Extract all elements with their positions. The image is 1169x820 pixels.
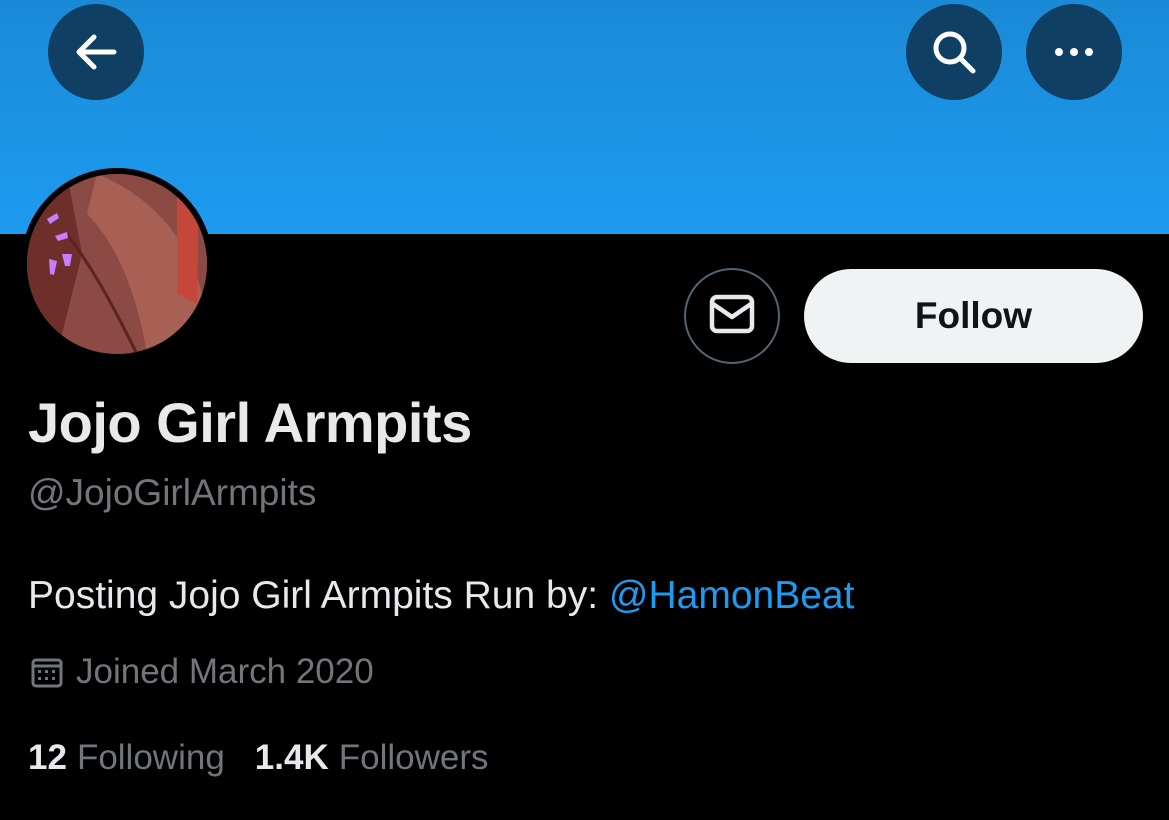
bio-mention-link[interactable]: @HamonBeat [609, 574, 855, 617]
calendar-icon [30, 655, 64, 689]
joined-text: Joined March 2020 [76, 652, 374, 691]
avatar[interactable] [21, 168, 213, 360]
more-horizontal-icon [1054, 47, 1094, 57]
search-button[interactable] [906, 4, 1002, 100]
back-button[interactable] [48, 4, 144, 100]
profile-bio: Posting Jojo Girl Armpits Run by: @Hamon… [28, 574, 854, 618]
followers-label: Followers [338, 738, 489, 777]
bio-text: Posting Jojo Girl Armpits Run by: [28, 574, 609, 617]
search-icon [931, 29, 977, 75]
following-stat[interactable]: 12 Following [28, 738, 225, 778]
follow-button[interactable]: Follow [804, 269, 1143, 363]
avatar-image [27, 174, 207, 354]
more-options-button[interactable] [1026, 4, 1122, 100]
followers-count: 1.4K [254, 738, 329, 777]
arrow-left-icon [74, 32, 118, 72]
followers-stat[interactable]: 1.4K Followers [255, 738, 489, 778]
message-button[interactable] [684, 268, 780, 364]
display-name: Jojo Girl Armpits [28, 391, 472, 454]
profile-stats: 12 Following 1.4K Followers [28, 738, 489, 778]
profile-handle: @JojoGirlArmpits [28, 472, 317, 513]
following-count: 12 [28, 738, 67, 777]
envelope-icon [709, 294, 755, 339]
joined-date: Joined March 2020 [30, 652, 374, 692]
following-label: Following [76, 738, 225, 777]
